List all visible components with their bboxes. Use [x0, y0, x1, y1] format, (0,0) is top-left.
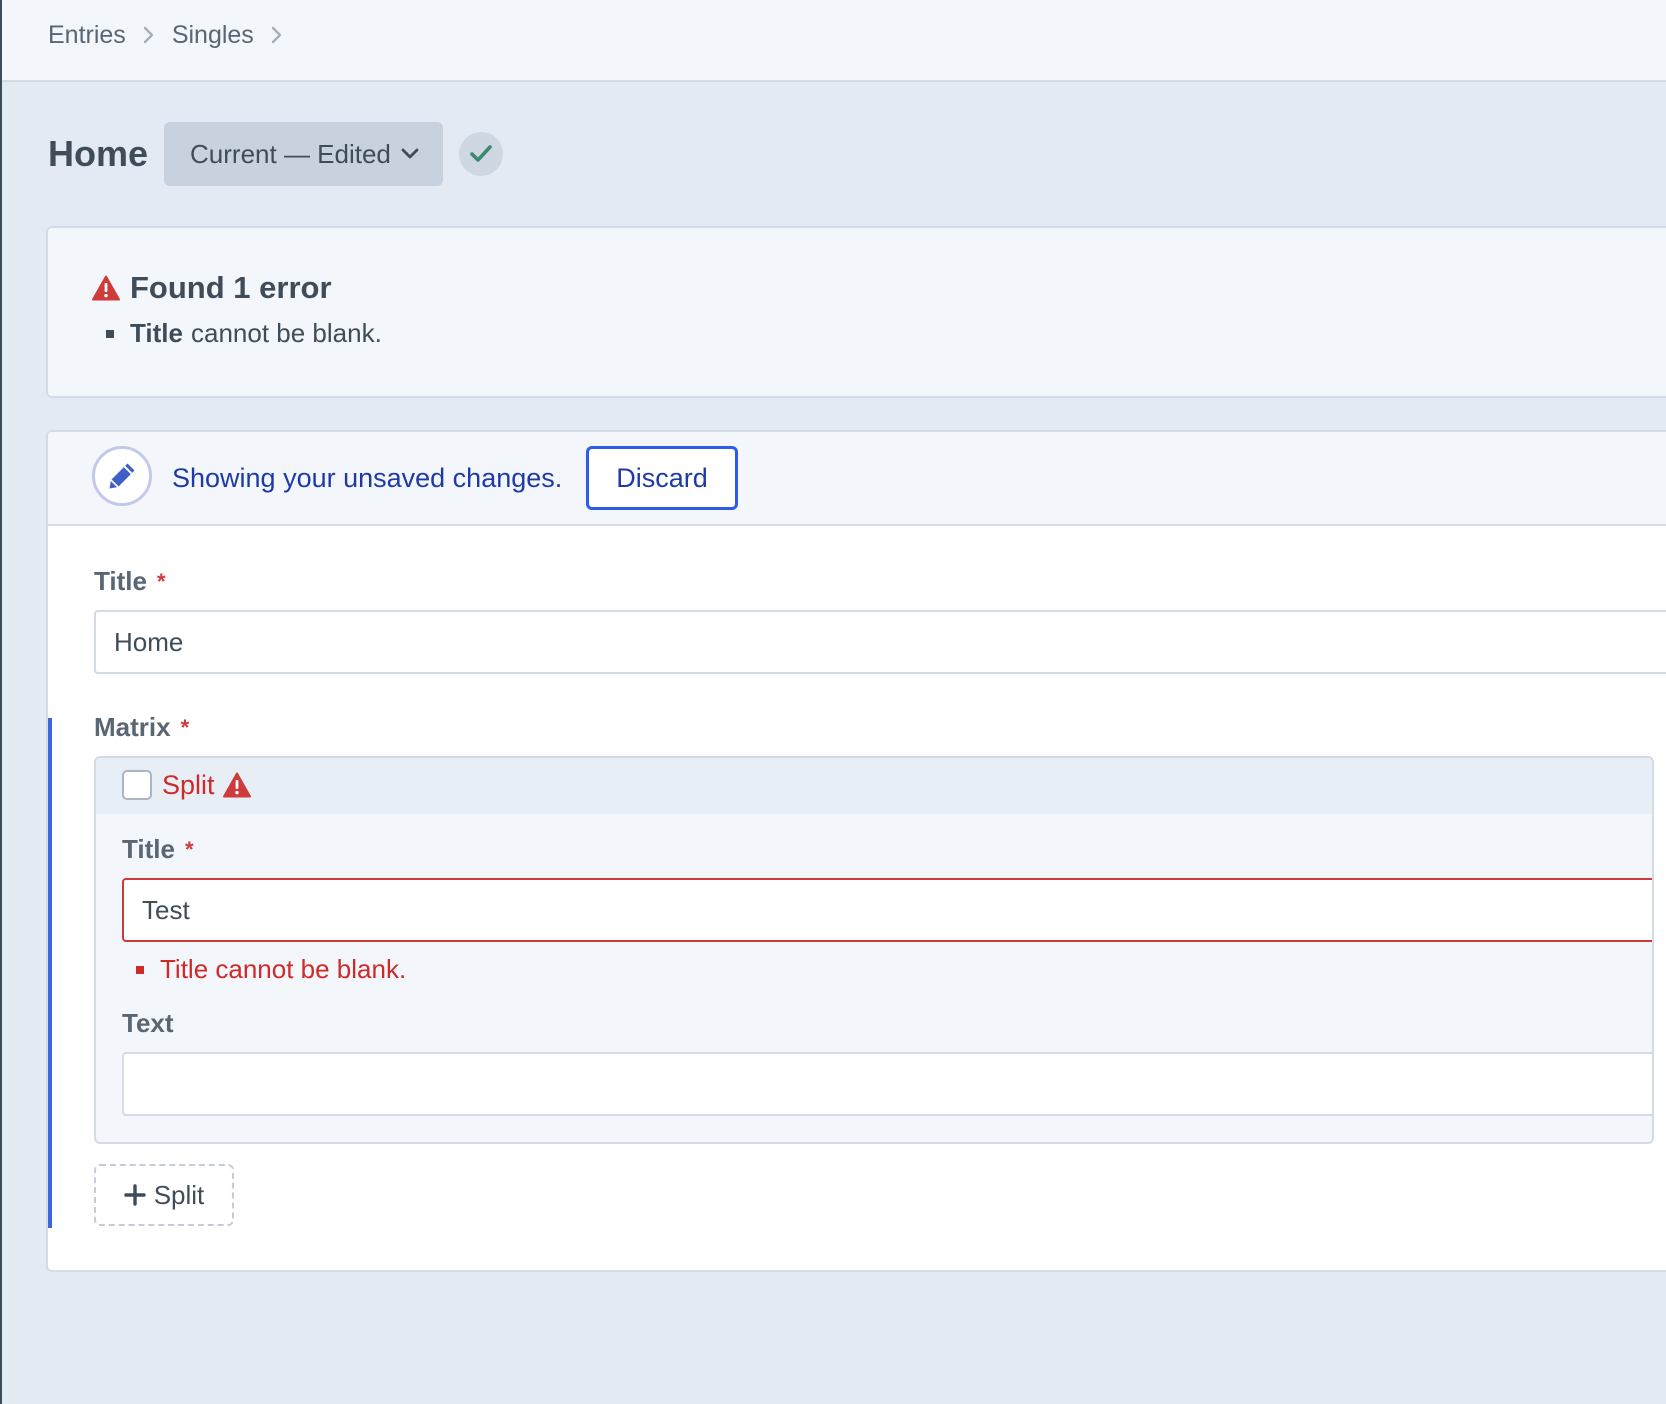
required-indicator: *	[156, 568, 166, 594]
unsaved-changes-text: Showing your unsaved changes.	[172, 463, 563, 493]
plus-icon	[124, 1184, 146, 1206]
error-field-name: Title	[130, 318, 183, 348]
matrix-block-header: Split	[96, 758, 1652, 814]
matrix-field-accent	[48, 718, 52, 1228]
title-input[interactable]: Home	[94, 610, 1666, 674]
error-summary: Found 1 error Title cannot be blank.	[46, 226, 1666, 398]
required-indicator: *	[184, 836, 194, 862]
top-bar: Entries Singles	[2, 0, 1666, 82]
chevron-right-icon	[268, 18, 286, 52]
chevron-right-icon	[140, 18, 158, 52]
warning-icon	[222, 772, 251, 798]
breadcrumb-item-singles[interactable]: Singles	[172, 18, 254, 52]
page-title: Home	[48, 133, 149, 174]
block-text-label-text: Text	[122, 1008, 174, 1038]
title-field-label: Title *	[94, 566, 166, 597]
error-message: cannot be blank.	[190, 318, 382, 348]
title-label-text: Title	[94, 566, 147, 596]
add-block-label: Split	[153, 1179, 205, 1210]
title-row: Home Current — Edited	[48, 122, 503, 186]
window-edge	[0, 0, 2, 1404]
field-error-text: Title cannot be blank.	[160, 954, 407, 984]
block-text-field-label: Text	[122, 1008, 174, 1039]
breadcrumb-item-entries[interactable]: Entries	[48, 18, 126, 52]
title-input-value: Home	[114, 626, 184, 657]
field-error-message: Title cannot be blank.	[136, 954, 406, 985]
chevron-down-icon	[401, 148, 419, 160]
check-icon	[469, 144, 493, 164]
unsaved-changes-notice: Showing your unsaved changes. Discard	[48, 432, 1666, 526]
block-text-input[interactable]	[122, 1052, 1652, 1116]
required-indicator: *	[180, 714, 190, 740]
discard-button[interactable]: Discard	[586, 446, 738, 510]
breadcrumb: Entries Singles	[48, 18, 300, 52]
matrix-label-text: Matrix	[94, 712, 171, 742]
block-type-text: Split	[162, 770, 215, 800]
content-panel: Showing your unsaved changes. Discard Ti…	[46, 430, 1666, 1272]
error-summary-heading: Found 1 error	[92, 270, 332, 306]
matrix-field-label: Matrix *	[94, 712, 189, 743]
revision-menu-button[interactable]: Current — Edited	[164, 122, 443, 186]
error-summary-text: Found 1 error	[130, 270, 332, 305]
matrix-block: Split Title * Test Title cannot be blank…	[94, 756, 1654, 1144]
list-bullet	[106, 329, 114, 338]
block-title-input[interactable]: Test	[122, 878, 1652, 942]
block-title-input-value: Test	[142, 894, 190, 925]
saved-status-indicator	[458, 132, 503, 176]
block-select-checkbox[interactable]	[122, 770, 152, 800]
revision-label: Current — Edited	[190, 138, 391, 169]
add-split-block-button[interactable]: Split	[94, 1164, 234, 1226]
list-bullet	[136, 965, 144, 974]
block-title-label-text: Title	[122, 834, 175, 864]
block-title-field-label: Title *	[122, 834, 194, 865]
error-summary-item[interactable]: Title cannot be blank.	[106, 318, 382, 349]
block-type-label: Split	[162, 768, 251, 802]
warning-icon	[92, 275, 120, 301]
pencil-icon	[92, 446, 152, 506]
